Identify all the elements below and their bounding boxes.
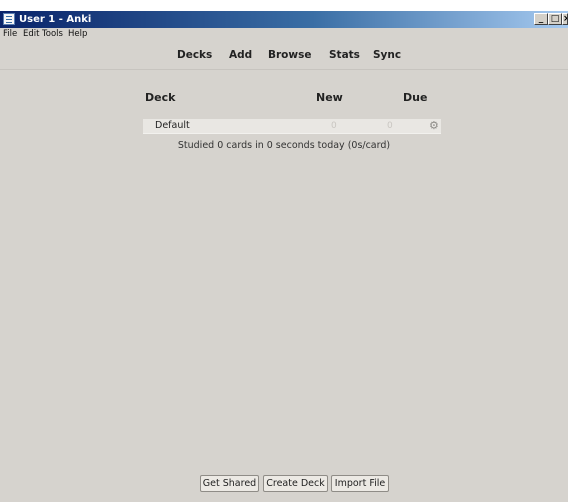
toolbar-browse-link[interactable]: Browse bbox=[268, 41, 311, 69]
minimize-button[interactable]: _ bbox=[534, 13, 548, 25]
menu-tools[interactable]: Tools bbox=[42, 28, 63, 41]
toolbar-stats-link[interactable]: Stats bbox=[329, 41, 360, 69]
deck-column-header: Deck bbox=[145, 91, 176, 104]
new-column-header: New bbox=[316, 91, 343, 104]
create-deck-button[interactable]: Create Deck bbox=[263, 475, 328, 492]
toolbar-sync-link[interactable]: Sync bbox=[373, 41, 401, 69]
anki-app-icon[interactable] bbox=[3, 13, 15, 25]
maximize-button[interactable]: □ bbox=[548, 13, 562, 25]
deck-due-count: 0 bbox=[387, 121, 393, 131]
toolbar-add-link[interactable]: Add bbox=[229, 41, 252, 69]
study-summary-text: Studied 0 cards in 0 seconds today (0s/c… bbox=[177, 140, 391, 151]
gear-icon[interactable]: ⚙ bbox=[429, 119, 439, 133]
menu-file[interactable]: File bbox=[3, 28, 17, 41]
menu-help[interactable]: Help bbox=[68, 28, 87, 41]
get-shared-button[interactable]: Get Shared bbox=[200, 475, 259, 492]
due-column-header: Due bbox=[403, 91, 428, 104]
deck-name-link[interactable]: Default bbox=[155, 119, 190, 133]
title-bar[interactable]: User 1 - Anki _ □ × bbox=[0, 11, 568, 28]
deck-new-count: 0 bbox=[331, 121, 337, 131]
menu-bar: File Edit Tools Help bbox=[0, 28, 568, 41]
main-toolbar: Decks Add Browse Stats Sync bbox=[0, 41, 568, 70]
deck-row[interactable]: Default 0 0 ⚙ bbox=[143, 119, 441, 134]
menu-edit[interactable]: Edit bbox=[23, 28, 39, 41]
anki-main-window: User 1 - Anki _ □ × File Edit Tools Help… bbox=[0, 11, 568, 502]
window-title: User 1 - Anki bbox=[19, 14, 92, 25]
close-button[interactable]: × bbox=[562, 13, 568, 25]
import-file-button[interactable]: Import File bbox=[331, 475, 389, 492]
toolbar-decks-link[interactable]: Decks bbox=[177, 41, 212, 69]
